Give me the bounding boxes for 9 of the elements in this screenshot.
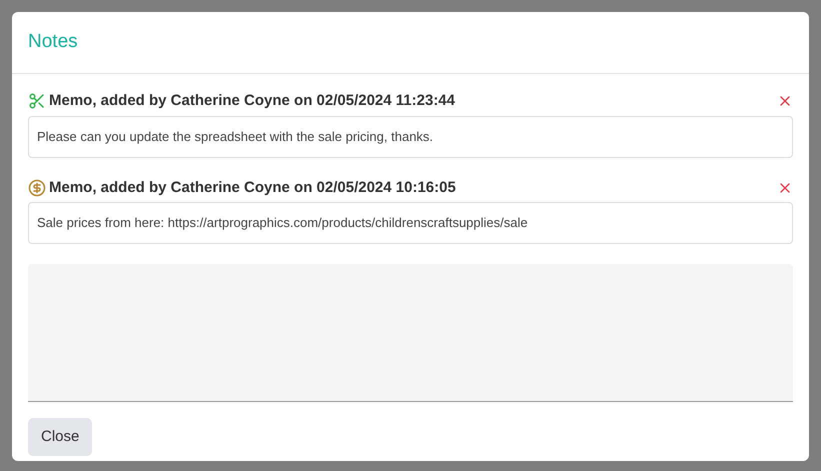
note-input-field[interactable] — [28, 264, 793, 402]
memo-heading: Memo, added by Catherine Coyne on 02/05/2024 10:16:05 — [49, 178, 456, 198]
memo-heading: Memo, added by Catherine Coyne on 02/05/2024 11:23:44 — [49, 91, 455, 111]
dollar-icon — [28, 178, 46, 197]
memo-text: Please can you update the spreadsheet with the sale pricing, thanks. — [28, 116, 793, 158]
dialog-title: Notes — [28, 30, 78, 54]
memo-text: Sale prices from here: https://artprographics.com/products/childrenscraftsupplies/sale — [28, 202, 793, 244]
scissors-icon — [28, 92, 46, 110]
close-button[interactable]: Close — [28, 418, 92, 456]
